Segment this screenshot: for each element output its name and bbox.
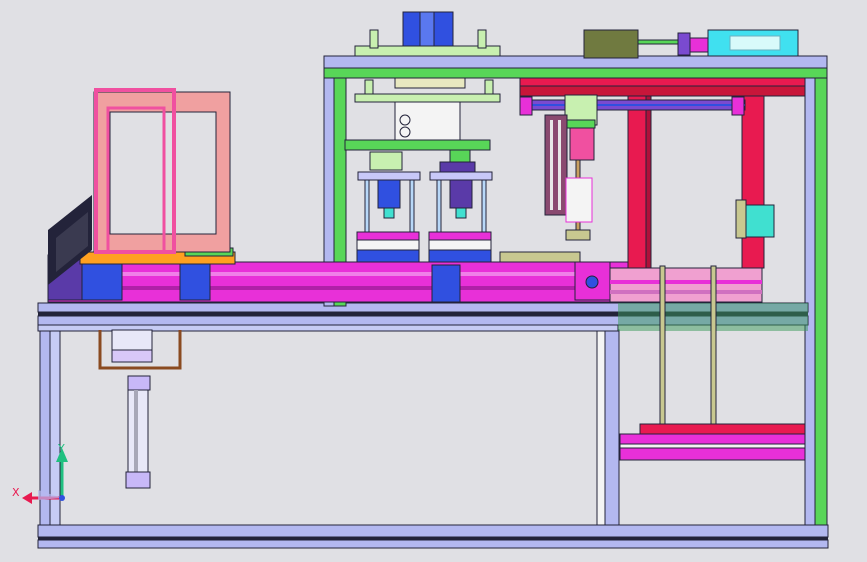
fixture-station-right[interactable] xyxy=(428,171,493,267)
press-head[interactable] xyxy=(344,101,491,173)
assembly-drawing[interactable]: X Y xyxy=(0,0,867,562)
gantry-motor[interactable] xyxy=(735,199,775,239)
table-top[interactable] xyxy=(37,302,809,332)
lower-cylinder[interactable] xyxy=(98,329,182,489)
pick-unit[interactable] xyxy=(544,114,595,241)
secondary-rail[interactable] xyxy=(609,267,763,303)
fixture-station-left[interactable] xyxy=(356,171,421,267)
cad-viewport[interactable]: X Y xyxy=(0,0,867,562)
top-cylinder[interactable] xyxy=(583,29,799,59)
axis-x-label: X xyxy=(12,486,20,499)
guard-frame[interactable] xyxy=(93,88,231,254)
axis-y-label: Y xyxy=(57,442,65,455)
